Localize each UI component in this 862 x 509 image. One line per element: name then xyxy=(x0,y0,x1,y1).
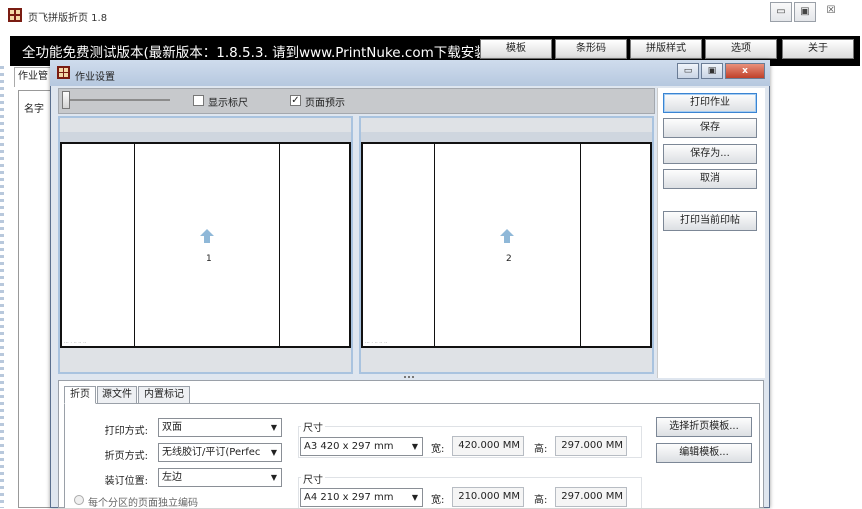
page-preview-checkbox[interactable]: ✓ xyxy=(290,95,301,106)
dialog-close-button[interactable]: x xyxy=(725,63,765,79)
options-button[interactable]: 选项 xyxy=(705,39,777,59)
show-ruler-checkbox[interactable] xyxy=(193,95,204,106)
job-list-name-header[interactable]: 名字 xyxy=(24,100,44,115)
save-as-button[interactable]: 保存为... xyxy=(663,144,757,164)
minimize-button[interactable]: ▭ xyxy=(770,2,792,22)
maximize-button[interactable]: ▣ xyxy=(794,2,816,22)
fold-line xyxy=(279,144,280,346)
window-title: 页飞拼版折页 1.8 xyxy=(28,13,108,24)
splitter-grip-icon[interactable] xyxy=(404,376,416,378)
cancel-button[interactable]: 取消 xyxy=(663,169,757,189)
about-button[interactable]: 关于 xyxy=(782,39,854,59)
version-banner: 全功能免费测试版本(最新版本：1.8.5.3. 请到www.PrintNuke.… xyxy=(22,45,493,61)
select-fold-template-button[interactable]: 选择折页模板... xyxy=(656,417,752,437)
independent-numbering-label: 每个分区的页面独立编码 xyxy=(88,498,198,509)
page-orientation-arrow-icon xyxy=(200,229,214,243)
dialog-title: 作业设置 xyxy=(75,72,115,83)
left-edge-strip xyxy=(0,66,4,508)
preview-toolbar xyxy=(58,88,655,114)
dialog-logo-icon xyxy=(57,66,70,79)
page-number: 2 xyxy=(506,254,512,264)
tab-fold[interactable]: 折页 xyxy=(64,386,96,404)
width-field-2[interactable]: 210.000 MM xyxy=(452,487,524,507)
fold-mode-select[interactable]: 无线胶订/平订(Perfec xyxy=(158,443,282,462)
height-field-1[interactable]: 297.000 MM xyxy=(555,436,627,456)
height-label: 高: xyxy=(534,495,548,506)
close-button[interactable]: ☒ xyxy=(820,2,842,22)
fold-line xyxy=(434,144,435,346)
dialog-minimize-button[interactable]: ▭ xyxy=(677,63,699,79)
sheet-caption: ··· · ·· ·· ·· xyxy=(64,340,87,346)
main-titlebar xyxy=(0,0,862,32)
height-field-2[interactable]: 297.000 MM xyxy=(555,487,627,507)
main-right-panel xyxy=(768,66,862,508)
page-number: 1 xyxy=(206,254,212,264)
show-ruler-label: 显示标尺 xyxy=(208,98,248,109)
preview-ruler-bottom-1 xyxy=(60,348,351,372)
chevron-down-icon[interactable]: ▼ xyxy=(270,449,278,457)
preview-ruler-top-1 xyxy=(60,118,351,132)
save-button[interactable]: 保存 xyxy=(663,118,757,138)
size-group-1-label: 尺寸 xyxy=(301,419,325,434)
fold-line xyxy=(580,144,581,346)
chevron-down-icon[interactable]: ▼ xyxy=(270,474,278,482)
tab-builtin-marks[interactable]: 内置标记 xyxy=(138,386,190,404)
width-label: 宽: xyxy=(431,495,445,506)
page-preview-label: 页面预示 xyxy=(305,98,345,109)
chevron-down-icon[interactable]: ▼ xyxy=(270,424,278,432)
template-button[interactable]: 模板 xyxy=(480,39,552,59)
print-job-button[interactable]: 打印作业 xyxy=(663,93,757,113)
page-orientation-arrow-icon xyxy=(500,229,514,243)
zoom-slider-thumb[interactable] xyxy=(62,91,70,109)
height-label: 高: xyxy=(534,444,548,455)
edit-template-button[interactable]: 编辑模板... xyxy=(656,443,752,463)
print-mode-select[interactable]: 双面 xyxy=(158,418,282,437)
zoom-slider-track[interactable] xyxy=(70,99,170,101)
barcode-button[interactable]: 条形码 xyxy=(555,39,627,59)
chevron-down-icon[interactable]: ▼ xyxy=(411,494,419,502)
job-list-panel xyxy=(18,90,52,508)
app-logo-icon xyxy=(8,8,22,22)
sheet-caption: ··· · ·· ·· ·· xyxy=(365,340,388,346)
paper-size-select-1[interactable]: A3 420 x 297 mm xyxy=(300,437,423,456)
print-current-signature-button[interactable]: 打印当前印帖 xyxy=(663,211,757,231)
dialog-titlebar xyxy=(50,60,770,86)
independent-numbering-radio[interactable] xyxy=(74,495,84,505)
width-field-1[interactable]: 420.000 MM xyxy=(452,436,524,456)
sheet-2 xyxy=(361,142,652,348)
imposition-style-button[interactable]: 拼版样式 xyxy=(630,39,702,59)
print-mode-label: 打印方式: xyxy=(104,426,148,437)
fold-mode-label: 折页方式: xyxy=(104,451,148,462)
bind-position-select[interactable]: 左边 xyxy=(158,468,282,487)
chevron-down-icon[interactable]: ▼ xyxy=(411,443,419,451)
preview-ruler-top-2 xyxy=(361,118,652,132)
paper-size-select-2[interactable]: A4 210 x 297 mm xyxy=(300,488,423,507)
bind-position-label: 装订位置: xyxy=(104,476,148,487)
tab-source-files[interactable]: 源文件 xyxy=(97,386,137,404)
size-group-2-label: 尺寸 xyxy=(301,471,325,486)
preview-ruler-bottom-2 xyxy=(361,348,652,372)
fold-line xyxy=(134,144,135,346)
dialog-maximize-button[interactable]: ▣ xyxy=(701,63,723,79)
sheet-1 xyxy=(60,142,351,348)
width-label: 宽: xyxy=(431,444,445,455)
